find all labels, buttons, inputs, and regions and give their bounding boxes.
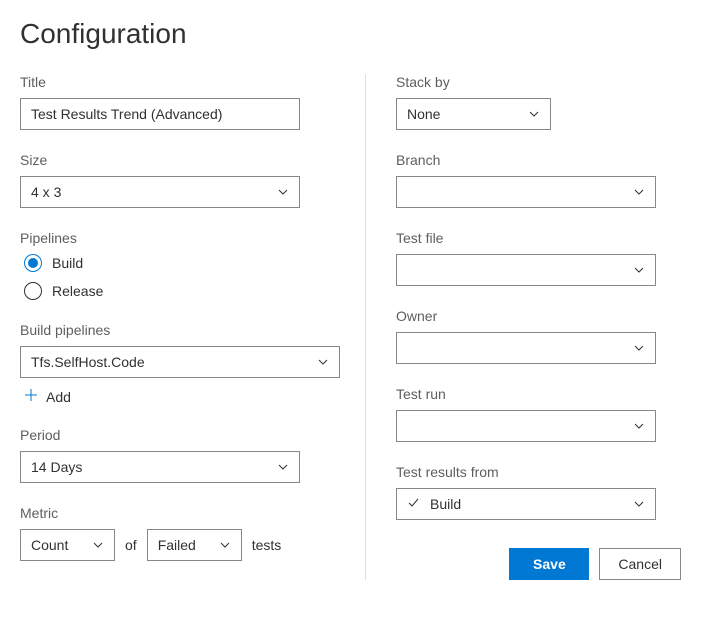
metric-status-select[interactable]: Failed (147, 529, 242, 561)
period-label: Period (20, 427, 335, 443)
chevron-down-icon (277, 461, 289, 473)
test-file-label: Test file (396, 230, 681, 246)
chevron-down-icon (633, 186, 645, 198)
metric-status-value: Failed (158, 537, 196, 553)
title-input[interactable] (20, 98, 300, 130)
chevron-down-icon (92, 539, 104, 551)
chevron-down-icon (528, 108, 540, 120)
size-label: Size (20, 152, 335, 168)
chevron-down-icon (633, 498, 645, 510)
check-icon (407, 496, 420, 512)
pipelines-label: Pipelines (20, 230, 335, 246)
owner-label: Owner (396, 308, 681, 324)
branch-select[interactable] (396, 176, 656, 208)
chevron-down-icon (317, 356, 329, 368)
save-button[interactable]: Save (509, 548, 589, 580)
radio-icon (24, 282, 42, 300)
branch-label: Branch (396, 152, 681, 168)
page-title: Configuration (20, 18, 681, 50)
size-select[interactable]: 4 x 3 (20, 176, 300, 208)
stack-by-select[interactable]: None (396, 98, 551, 130)
build-pipelines-label: Build pipelines (20, 322, 335, 338)
period-value: 14 Days (31, 459, 82, 475)
radio-icon (24, 254, 42, 272)
period-select[interactable]: 14 Days (20, 451, 300, 483)
build-pipelines-value: Tfs.SelfHost.Code (31, 354, 145, 370)
results-from-select[interactable]: Build (396, 488, 656, 520)
radio-release[interactable]: Release (20, 282, 335, 300)
chevron-down-icon (277, 186, 289, 198)
build-pipelines-select[interactable]: Tfs.SelfHost.Code (20, 346, 340, 378)
results-from-label: Test results from (396, 464, 681, 480)
test-file-select[interactable] (396, 254, 656, 286)
chevron-down-icon (633, 342, 645, 354)
owner-select[interactable] (396, 332, 656, 364)
chevron-down-icon (633, 420, 645, 432)
results-from-value: Build (430, 496, 461, 512)
test-run-label: Test run (396, 386, 681, 402)
metric-of-text: of (125, 537, 137, 553)
size-value: 4 x 3 (31, 184, 61, 200)
metric-count-value: Count (31, 537, 68, 553)
metric-label: Metric (20, 505, 335, 521)
radio-release-label: Release (52, 283, 103, 299)
add-label: Add (46, 389, 71, 405)
title-label: Title (20, 74, 335, 90)
chevron-down-icon (633, 264, 645, 276)
metric-count-select[interactable]: Count (20, 529, 115, 561)
add-pipeline-button[interactable]: Add (20, 388, 335, 405)
metric-tests-text: tests (252, 537, 282, 553)
radio-build[interactable]: Build (20, 254, 335, 272)
stack-by-label: Stack by (396, 74, 681, 90)
cancel-button[interactable]: Cancel (599, 548, 681, 580)
radio-build-label: Build (52, 255, 83, 271)
plus-icon (24, 388, 38, 405)
test-run-select[interactable] (396, 410, 656, 442)
stack-by-value: None (407, 106, 440, 122)
chevron-down-icon (219, 539, 231, 551)
